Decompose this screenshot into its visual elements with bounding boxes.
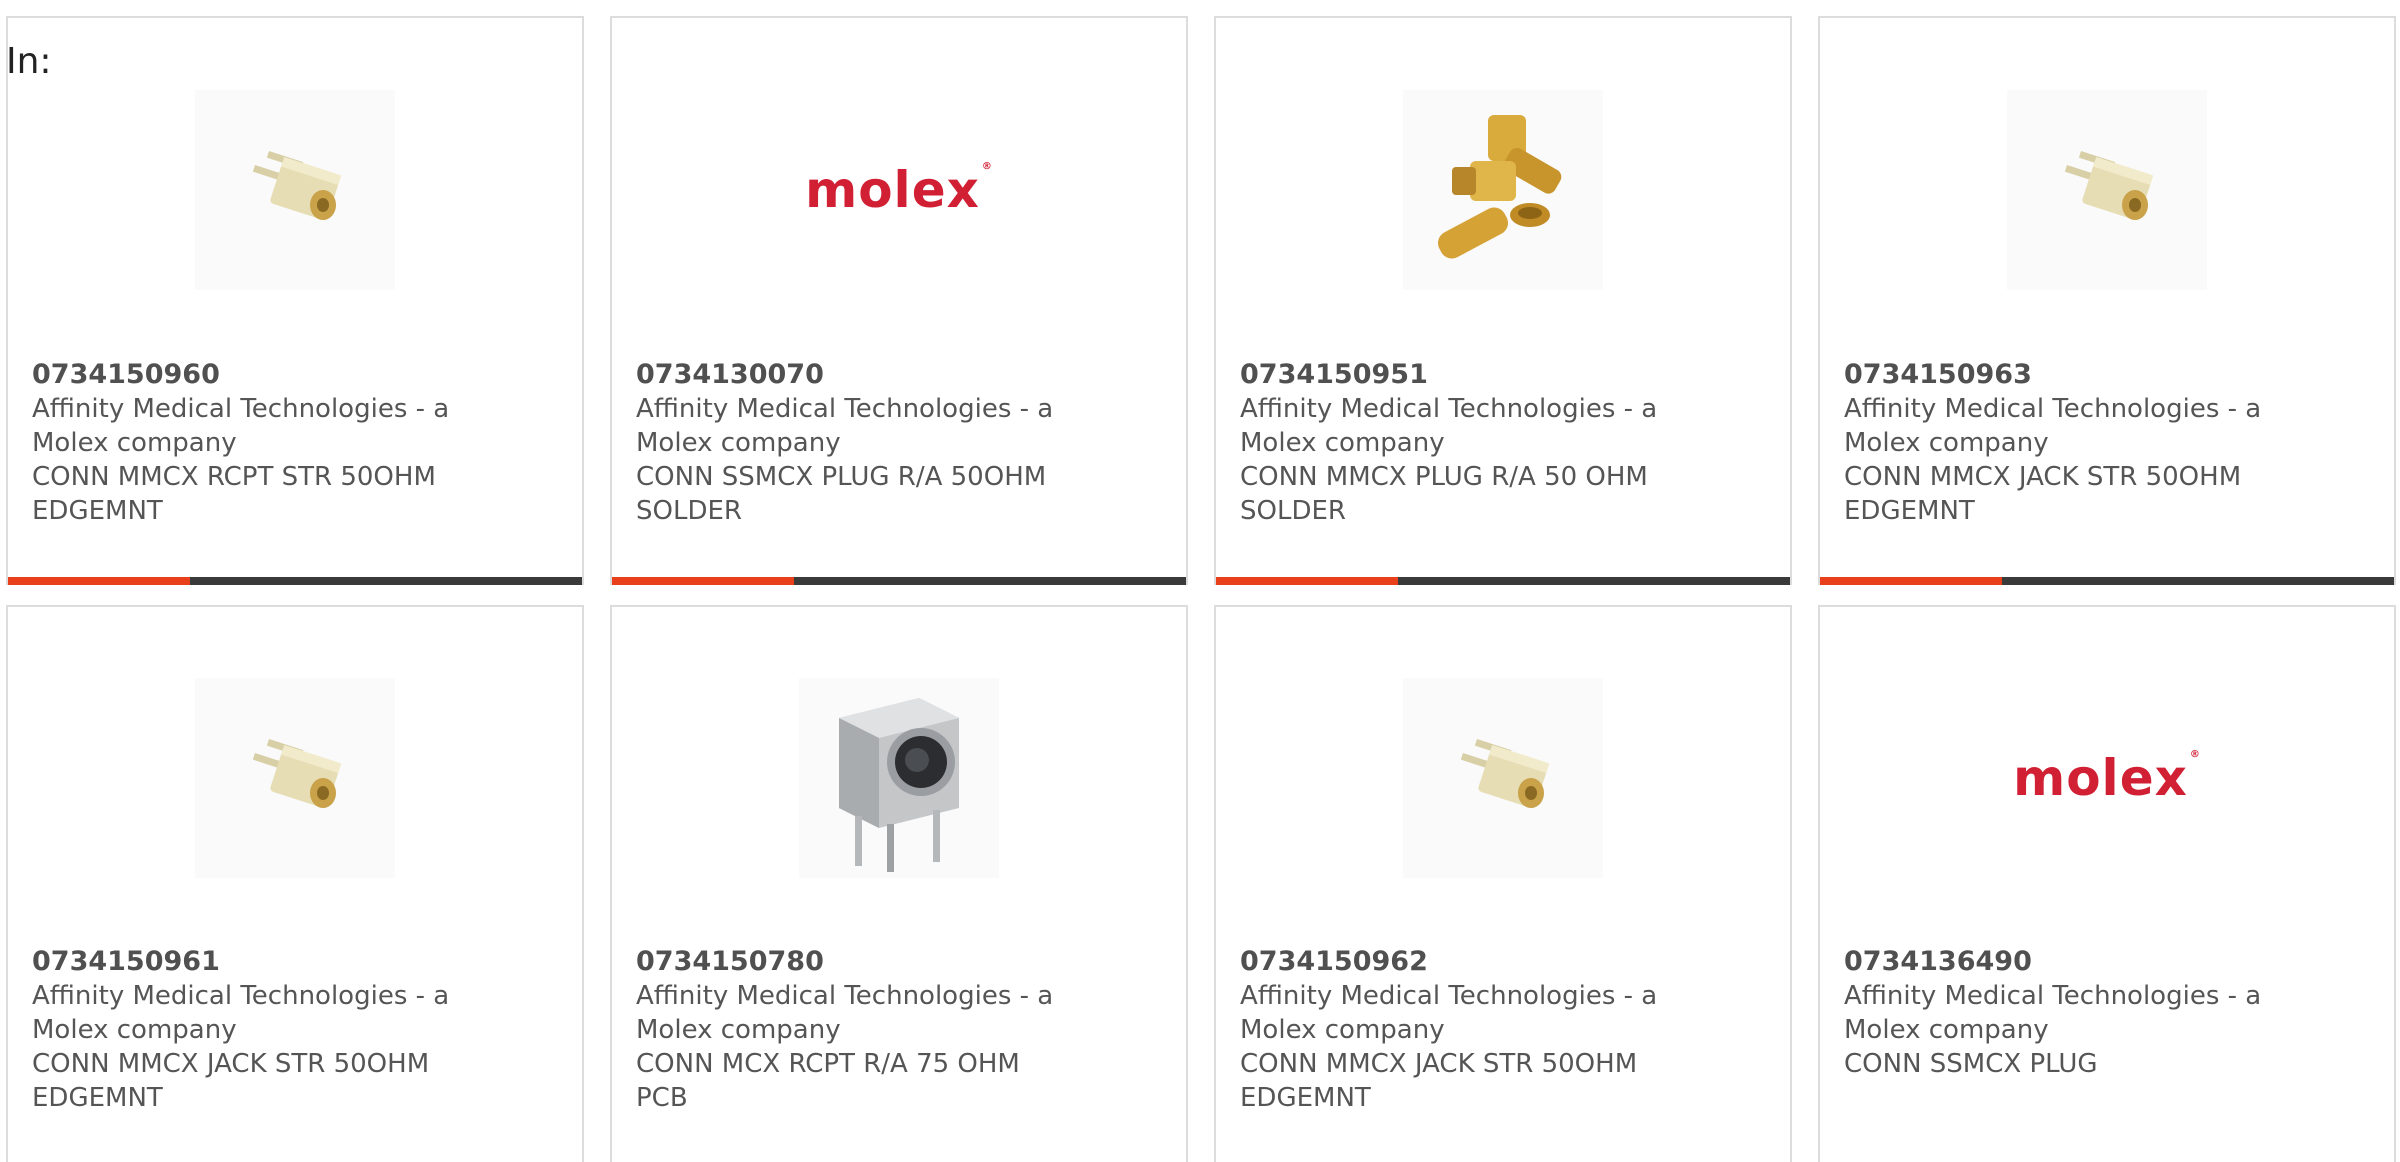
product-card[interactable]: 0734150961 Affinity Medical Technologies… bbox=[6, 605, 584, 1162]
card-footer-accent bbox=[612, 577, 794, 585]
mmcx-edge-connector-icon bbox=[252, 151, 342, 221]
product-image[interactable] bbox=[1403, 678, 1603, 878]
description: CONN MMCX PLUG R/A 50 OHM SOLDER bbox=[1240, 462, 1648, 526]
product-card[interactable]: 0734150960 Affinity Medical Technologies… bbox=[6, 16, 584, 585]
logo-text: molex bbox=[805, 161, 980, 219]
card-footer-bar bbox=[1820, 577, 2394, 585]
product-image[interactable] bbox=[2007, 90, 2207, 290]
molex-logo: molex ® bbox=[805, 161, 993, 219]
mmcx-edge-connector-icon bbox=[2064, 151, 2154, 221]
manufacturer: Affinity Medical Technologies - a Molex … bbox=[1240, 394, 1658, 458]
card-footer-bar bbox=[8, 577, 582, 585]
description: CONN MMCX JACK STR 50OHM EDGEMNT bbox=[1240, 1049, 1638, 1113]
part-number[interactable]: 0734150951 bbox=[1240, 358, 1660, 392]
mmcx-edge-connector-icon bbox=[1460, 739, 1550, 809]
product-info: 0734150963 Affinity Medical Technologies… bbox=[1844, 358, 2264, 528]
part-number[interactable]: 0734130070 bbox=[636, 358, 1056, 392]
product-image[interactable] bbox=[1403, 90, 1603, 290]
product-card[interactable]: 0734150951 Affinity Medical Technologies… bbox=[1214, 16, 1792, 585]
part-number[interactable]: 0734150961 bbox=[32, 945, 452, 979]
description: CONN MCX RCPT R/A 75 OHM PCB bbox=[636, 1049, 1020, 1113]
product-info: 0734150780 Affinity Medical Technologies… bbox=[636, 945, 1056, 1115]
logo-text: molex bbox=[2013, 749, 2188, 807]
manufacturer: Affinity Medical Technologies - a Molex … bbox=[32, 981, 450, 1045]
description: CONN MMCX JACK STR 50OHM EDGEMNT bbox=[1844, 462, 2242, 526]
product-image[interactable]: molex ® bbox=[2007, 678, 2207, 878]
card-footer-bar bbox=[612, 577, 1186, 585]
product-card[interactable]: 0734150962 Affinity Medical Technologies… bbox=[1214, 605, 1792, 1162]
manufacturer: Affinity Medical Technologies - a Molex … bbox=[1240, 981, 1658, 1045]
description: CONN SSMCX PLUG R/A 50OHM SOLDER bbox=[636, 462, 1047, 526]
card-footer-accent bbox=[1820, 577, 2002, 585]
manufacturer: Affinity Medical Technologies - a Molex … bbox=[636, 394, 1054, 458]
manufacturer: Affinity Medical Technologies - a Molex … bbox=[636, 981, 1054, 1045]
card-footer-accent bbox=[8, 577, 190, 585]
product-card[interactable]: molex ® 0734136490 Affinity Medical Techn… bbox=[1818, 605, 2396, 1162]
product-info: 0734150951 Affinity Medical Technologies… bbox=[1240, 358, 1660, 528]
pcb-right-angle-receptacle-icon bbox=[839, 698, 959, 872]
gold-right-angle-plug-icon bbox=[1437, 115, 1562, 259]
part-number[interactable]: 0734150960 bbox=[32, 358, 452, 392]
product-info: 0734150962 Affinity Medical Technologies… bbox=[1240, 945, 1660, 1115]
molex-logo: molex ® bbox=[2013, 749, 2201, 807]
product-image[interactable]: molex ® bbox=[799, 90, 999, 290]
card-footer-bar bbox=[1216, 577, 1790, 585]
part-number[interactable]: 0734150780 bbox=[636, 945, 1056, 979]
manufacturer: Affinity Medical Technologies - a Molex … bbox=[1844, 394, 2262, 458]
product-image[interactable] bbox=[195, 90, 395, 290]
manufacturer: Affinity Medical Technologies - a Molex … bbox=[32, 394, 450, 458]
manufacturer: Affinity Medical Technologies - a Molex … bbox=[1844, 981, 2262, 1045]
product-image[interactable] bbox=[799, 678, 999, 878]
product-info: 0734150961 Affinity Medical Technologies… bbox=[32, 945, 452, 1115]
part-number[interactable]: 0734150962 bbox=[1240, 945, 1660, 979]
mmcx-edge-connector-icon bbox=[252, 739, 342, 809]
product-info: 0734130070 Affinity Medical Technologies… bbox=[636, 358, 1056, 528]
product-info: 0734136490 Affinity Medical Technologies… bbox=[1844, 945, 2264, 1081]
part-number[interactable]: 0734136490 bbox=[1844, 945, 2264, 979]
card-footer-accent bbox=[1216, 577, 1398, 585]
description: CONN MMCX JACK STR 50OHM EDGEMNT bbox=[32, 1049, 430, 1113]
description: CONN MMCX RCPT STR 50OHM EDGEMNT bbox=[32, 462, 436, 526]
product-card[interactable]: 0734150780 Affinity Medical Technologies… bbox=[610, 605, 1188, 1162]
product-card[interactable]: molex ® 0734130070 Affinity Medical Techn… bbox=[610, 16, 1188, 585]
filter-label: In: bbox=[6, 41, 52, 82]
product-card[interactable]: 0734150963 Affinity Medical Technologies… bbox=[1818, 16, 2396, 585]
product-info: 0734150960 Affinity Medical Technologies… bbox=[32, 358, 452, 528]
part-number[interactable]: 0734150963 bbox=[1844, 358, 2264, 392]
description: CONN SSMCX PLUG bbox=[1844, 1049, 2098, 1079]
product-image[interactable] bbox=[195, 678, 395, 878]
